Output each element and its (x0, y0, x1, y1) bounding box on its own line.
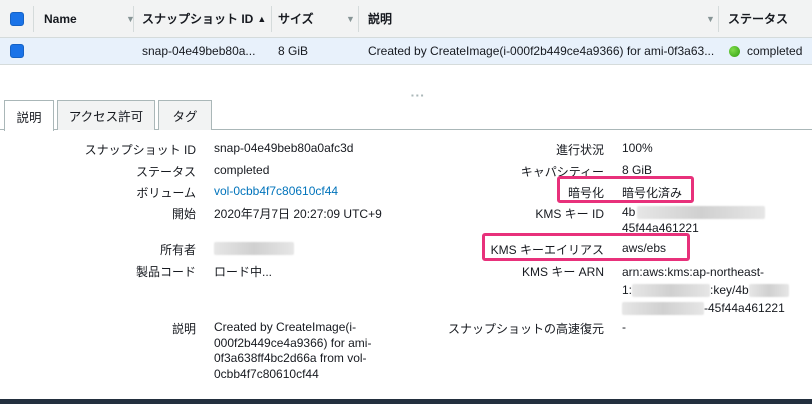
row-description: Created by CreateImage(i-000f2b449ce4a93… (368, 44, 715, 58)
highlight-encryption-box (557, 176, 694, 203)
column-header-snapshot-id-label: スナップショット ID (142, 12, 254, 26)
value-kms-key-id: 4b 45f44a461221 (622, 205, 766, 236)
label-fast-restore: スナップショットの高速復元 (447, 322, 604, 336)
column-header-name-label: Name (44, 11, 77, 26)
bottom-bar (0, 399, 812, 404)
column-header-snapshot-id[interactable]: スナップショット ID ▲ (142, 0, 272, 37)
detail-panel: スナップショット ID snap-04e49beb80a0afc3d ステータス… (0, 131, 812, 399)
row-snapshot-id: snap-04e49beb80a... (142, 44, 256, 58)
value-started: 2020年7月7日 20:27:09 UTC+9 (214, 207, 382, 221)
label-snapshot-id: スナップショット ID (84, 143, 196, 157)
column-divider (358, 6, 359, 32)
table-row[interactable]: snap-04e49beb80a... 8 GiB Created by Cre… (0, 38, 812, 65)
column-header-size[interactable]: サイズ (278, 0, 338, 37)
value-kms-arn: arn:aws:kms:ap-northeast- 1: :key/4b -45f… (622, 263, 789, 317)
label-product-code: 製品コード (135, 265, 196, 279)
label-description: 説明 (171, 322, 196, 336)
column-header-status-label: ステータス (728, 12, 789, 26)
highlight-kms-alias-box (482, 233, 690, 261)
description-line: 0cbb4f7c80610cf44 (214, 366, 319, 381)
label-volume: ボリューム (136, 186, 196, 200)
detail-tabs: 説明 アクセス許可 タグ (0, 96, 812, 131)
panel-resizer[interactable]: ▪▪▪ (0, 65, 812, 100)
value-product-code: ロード中... (214, 265, 273, 279)
label-owner: 所有者 (159, 243, 196, 257)
row-status-label: completed (747, 44, 803, 58)
label-status: ステータス (135, 165, 196, 179)
table-header: Name ▼ スナップショット ID ▲ サイズ ▼ 説明 ▼ ステータス (0, 0, 812, 38)
row-size: 8 GiB (278, 44, 309, 58)
value-capacity: 8 GiB (622, 163, 653, 177)
kms-arn-line: arn:aws:kms:ap-northeast- (622, 265, 765, 279)
value-snapshot-id: snap-04e49beb80a0afc3d (214, 141, 354, 155)
column-header-description-label: 説明 (368, 12, 393, 26)
column-header-description[interactable]: 説明 (368, 0, 468, 37)
sort-ascending-icon[interactable]: ▲ (257, 14, 266, 24)
description-line: 000f2b449ce4a9366) for ami- (214, 335, 372, 350)
tab-permissions[interactable]: アクセス許可 (57, 100, 155, 130)
select-all-checkbox[interactable] (10, 0, 24, 37)
description-line: Created by CreateImage(i- (214, 320, 357, 334)
value-status: completed (214, 163, 270, 177)
column-divider (33, 6, 34, 32)
tab-tags[interactable]: タグ (158, 100, 212, 130)
volume-link[interactable]: vol-0cbb4f7c80610cf44 (214, 184, 338, 198)
description-line: 0f3a638ff4bc2d66a from vol- (214, 351, 367, 365)
column-divider (718, 6, 719, 32)
row-checkbox[interactable] (10, 38, 24, 64)
kms-arn-line: :key/4b (710, 283, 749, 297)
kms-arn-line: 1: (622, 283, 633, 297)
kms-key-id-prefix: 4b (622, 205, 636, 219)
column-divider (271, 6, 272, 32)
column-header-status[interactable]: ステータス (728, 0, 808, 37)
value-fast-restore: - (622, 320, 626, 334)
kms-arn-line: -45f44a461221 (704, 301, 785, 315)
row-status: completed (729, 38, 812, 64)
label-kms-key-id: KMS キー ID (535, 207, 604, 221)
chevron-down-icon[interactable]: ▼ (340, 0, 355, 37)
column-header-size-label: サイズ (278, 12, 314, 26)
row-name (44, 38, 134, 64)
value-owner-redacted (214, 241, 294, 256)
value-progress: 100% (622, 141, 653, 155)
column-divider (133, 6, 134, 32)
value-description: Created by CreateImage(i- 000f2b449ce4a9… (214, 320, 371, 382)
label-started: 開始 (171, 207, 196, 221)
chevron-down-icon[interactable]: ▼ (700, 0, 715, 37)
status-ok-icon (729, 45, 740, 57)
tab-description[interactable]: 説明 (4, 100, 54, 131)
label-progress: 進行状況 (555, 143, 604, 157)
label-kms-arn: KMS キー ARN (521, 265, 604, 279)
